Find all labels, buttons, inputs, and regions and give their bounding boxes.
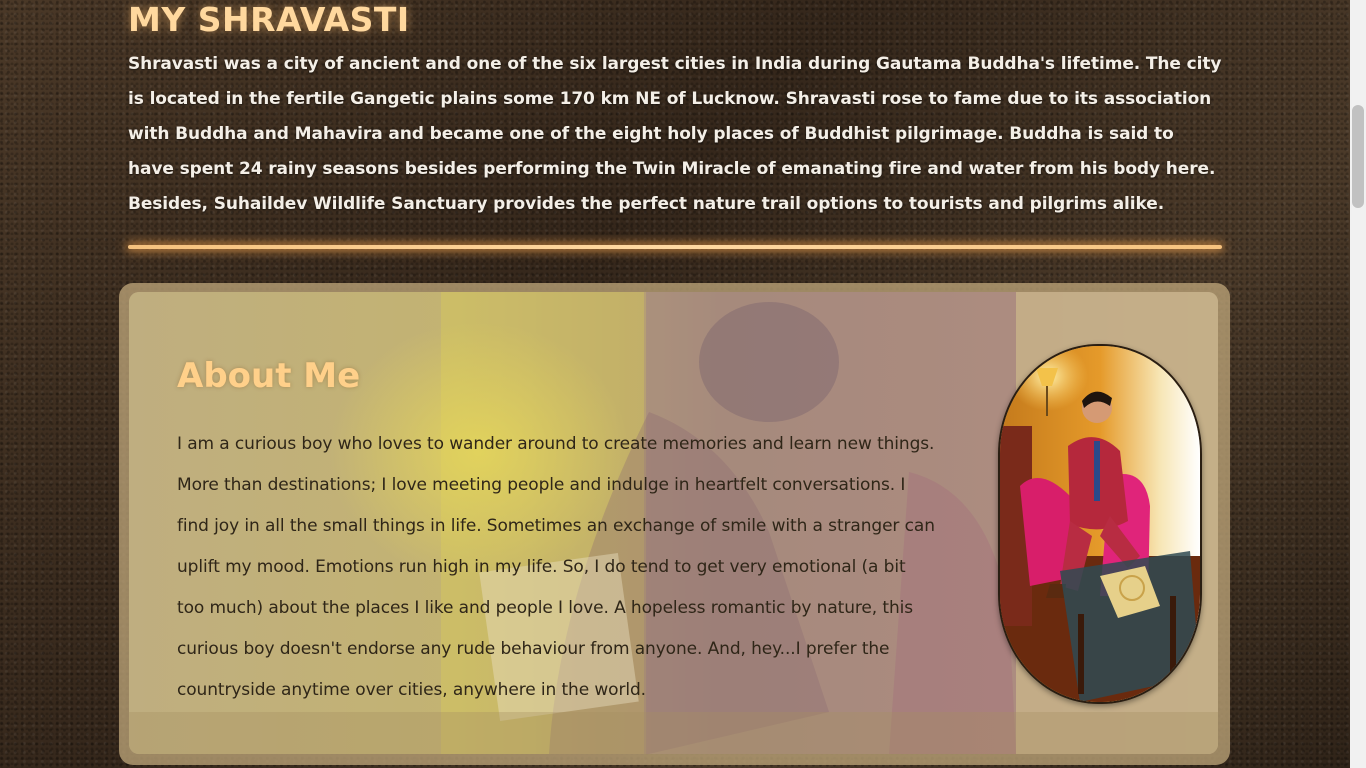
scrollbar-thumb[interactable] xyxy=(1352,105,1364,208)
about-me-card: About Me I am a curious boy who loves to… xyxy=(129,292,1218,754)
about-me-section: About Me I am a curious boy who loves to… xyxy=(119,283,1230,765)
page-title: MY SHRAVASTI xyxy=(128,0,410,39)
page: MY SHRAVASTI Shravasti was a city of anc… xyxy=(0,0,1350,768)
portrait-photo xyxy=(998,344,1202,704)
vertical-scrollbar[interactable] xyxy=(1350,0,1366,768)
about-content: About Me I am a curious boy who loves to… xyxy=(177,354,937,711)
intro-paragraph: Shravasti was a city of ancient and one … xyxy=(128,54,1222,214)
glowing-divider xyxy=(128,245,1222,249)
portrait-image xyxy=(1000,346,1200,702)
intro-section: MY SHRAVASTI Shravasti was a city of anc… xyxy=(128,0,1223,222)
about-title: About Me xyxy=(177,356,361,396)
about-paragraph: I am a curious boy who loves to wander a… xyxy=(177,434,935,700)
